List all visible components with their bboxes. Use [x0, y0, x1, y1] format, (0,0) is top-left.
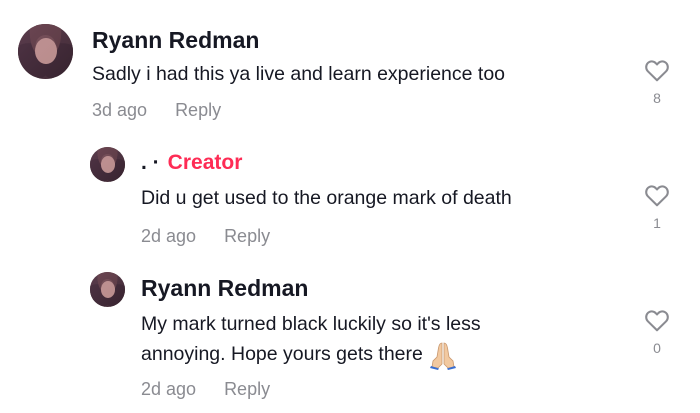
creator-badge: Creator: [167, 151, 243, 174]
comment-meta: 3d ago Reply: [92, 100, 221, 121]
avatar[interactable]: [90, 147, 125, 182]
comment-timestamp: 2d ago: [141, 379, 197, 399]
comment-text: annoying. Hope yours gets there: [141, 339, 459, 370]
comment-meta: 2d ago Reply: [141, 379, 270, 400]
comment-text: Sadly i had this ya live and learn exper…: [92, 63, 506, 85]
comment-timestamp: 3d ago: [92, 100, 148, 120]
folded-hands-icon: [427, 340, 459, 370]
comment-username[interactable]: Ryann Redman: [141, 275, 308, 302]
comment-meta: 2d ago Reply: [141, 226, 270, 247]
reply-item: Ryann Redman My mark turned black luckil…: [0, 265, 700, 413]
like-count: 8: [653, 90, 661, 106]
reply-item: . · Creator Did u get used to the orange …: [0, 135, 700, 265]
comment-timestamp: 2d ago: [141, 226, 197, 246]
avatar[interactable]: [18, 24, 73, 79]
like-button[interactable]: 0: [637, 308, 677, 356]
heart-outline-icon: [637, 183, 677, 207]
comment-text-line: annoying. Hope yours gets there: [141, 343, 423, 365]
comment-item: Ryann Redman Sadly i had this ya live an…: [0, 0, 700, 135]
comment-username[interactable]: Ryann Redman: [92, 27, 259, 54]
comment-text: My mark turned black luckily so it's les…: [141, 313, 481, 335]
like-count: 0: [653, 340, 661, 356]
reply-button[interactable]: Reply: [224, 379, 270, 399]
heart-outline-icon: [637, 58, 677, 82]
like-count: 1: [653, 215, 661, 231]
reply-button[interactable]: Reply: [175, 100, 221, 120]
like-button[interactable]: 8: [637, 58, 677, 106]
comment-text: Did u get used to the orange mark of dea…: [141, 187, 512, 209]
heart-outline-icon: [637, 308, 677, 332]
reply-button[interactable]: Reply: [224, 226, 270, 246]
username-dots: . ·: [141, 151, 160, 174]
avatar[interactable]: [90, 272, 125, 307]
like-button[interactable]: 1: [637, 183, 677, 231]
comment-username[interactable]: . · Creator: [141, 151, 242, 175]
